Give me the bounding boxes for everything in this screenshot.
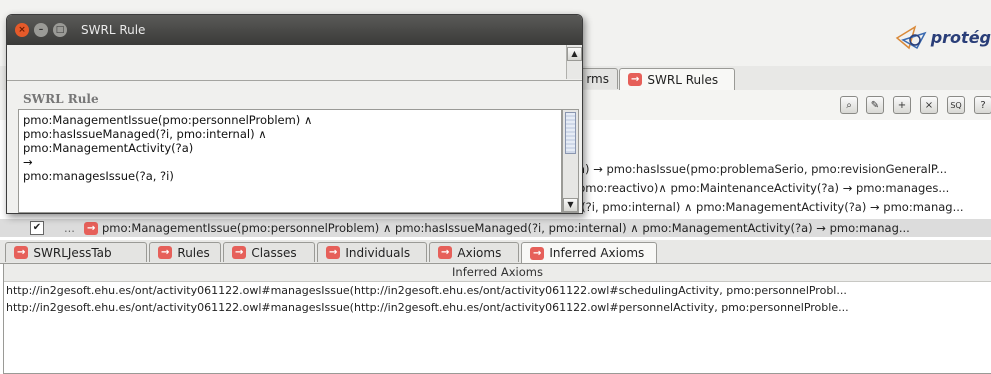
tab-label: Rules: [177, 245, 210, 260]
tab-label: Classes: [251, 245, 297, 260]
table-row[interactable]: http://in2gesoft.ehu.es/ont/activity0611…: [4, 299, 991, 316]
rule-row-text: pmo:ManagementIssue(pmo:personnelProblem…: [102, 221, 910, 235]
arrow-icon: →: [438, 246, 453, 259]
rule-editor-scrollbar[interactable]: ▼: [562, 109, 579, 213]
tab-swrl-rules[interactable]: → SWRL Rules: [619, 68, 735, 90]
help-icon[interactable]: ?: [974, 96, 991, 114]
sqwrl-icon[interactable]: SQ: [947, 96, 965, 114]
inferred-axioms-panel: Inferred Axioms http://in2gesoft.ehu.es/…: [3, 263, 991, 374]
section-label: SWRL Rule: [23, 92, 99, 106]
divider: [7, 80, 582, 81]
arrow-icon: →: [628, 73, 643, 86]
arrow-icon: →: [326, 246, 341, 259]
close-icon[interactable]: ×: [15, 23, 29, 37]
tab-label: Axioms: [457, 245, 502, 260]
rule-row-prefix: ...: [64, 221, 75, 235]
tab-swrljesstab[interactable]: → SWRLJessTab: [5, 242, 147, 262]
delete-rule-icon[interactable]: ×: [920, 96, 938, 114]
swrl-rule-dialog: × – □ SWRL Rule ▲ SWRL Rule pmo:Manageme…: [6, 14, 583, 214]
tab-label: Inferred Axioms: [549, 246, 645, 260]
rule-enabled-checkbox[interactable]: ✔: [30, 221, 44, 235]
dialog-body: ▲ SWRL Rule pmo:ManagementIssue(pmo:pers…: [7, 45, 582, 213]
table-row[interactable]: http://in2gesoft.ehu.es/ont/activity0611…: [4, 282, 991, 299]
zoom-icon[interactable]: ⌕: [840, 96, 858, 114]
tab-axioms[interactable]: → Axioms: [429, 242, 519, 262]
tab-classes[interactable]: → Classes: [223, 242, 315, 262]
selected-rule-row[interactable]: ✔ ... → pmo:ManagementIssue(pmo:personne…: [0, 219, 991, 237]
tab-label: SWRLJessTab: [33, 245, 112, 260]
top-scrollbar[interactable]: ▲: [566, 45, 582, 79]
rule-row-text[interactable]: a) → pmo:hasIssue(pmo:problemaSerio, pmo…: [578, 162, 947, 176]
new-rule-icon[interactable]: ✎: [866, 96, 884, 114]
arrow-icon: →: [530, 246, 545, 260]
protege-logo: protég: [895, 22, 991, 52]
scrollbar-thumb[interactable]: [565, 112, 576, 154]
arrow-icon: →: [14, 246, 29, 259]
tab-individuals[interactable]: → Individuals: [317, 242, 427, 262]
minimize-icon[interactable]: –: [34, 23, 48, 37]
rule-editor-textarea[interactable]: pmo:ManagementIssue(pmo:personnelProblem…: [18, 109, 562, 213]
maximize-icon[interactable]: □: [53, 23, 67, 37]
column-header[interactable]: Inferred Axioms: [4, 264, 991, 282]
bottom-tab-bar: → SWRLJessTab → Rules → Classes → Indivi…: [0, 240, 991, 264]
add-rule-icon[interactable]: +: [893, 96, 911, 114]
tab-label: rms: [586, 72, 609, 86]
rule-row-text[interactable]: pmo:reactivo)∧ pmo:MaintenanceActivity(?…: [578, 181, 949, 195]
tab-rules[interactable]: → Rules: [149, 242, 221, 262]
tab-label: Individuals: [345, 245, 411, 260]
protege-logo-icon: [895, 24, 929, 50]
arrow-icon: →: [84, 222, 99, 235]
rule-row-text[interactable]: l(?i, pmo:internal) ∧ pmo:ManagementActi…: [578, 200, 964, 214]
dialog-titlebar[interactable]: × – □ SWRL Rule: [7, 15, 582, 45]
dialog-title: SWRL Rule: [81, 23, 146, 37]
scroll-up-icon[interactable]: ▲: [567, 47, 582, 61]
arrow-icon: →: [232, 246, 247, 259]
tab-inferred-axioms[interactable]: → Inferred Axioms: [521, 242, 657, 263]
arrow-icon: →: [158, 246, 173, 259]
tab-label: SWRL Rules: [647, 72, 719, 87]
scroll-down-icon[interactable]: ▼: [563, 198, 578, 212]
logo-text: protég: [930, 27, 991, 47]
